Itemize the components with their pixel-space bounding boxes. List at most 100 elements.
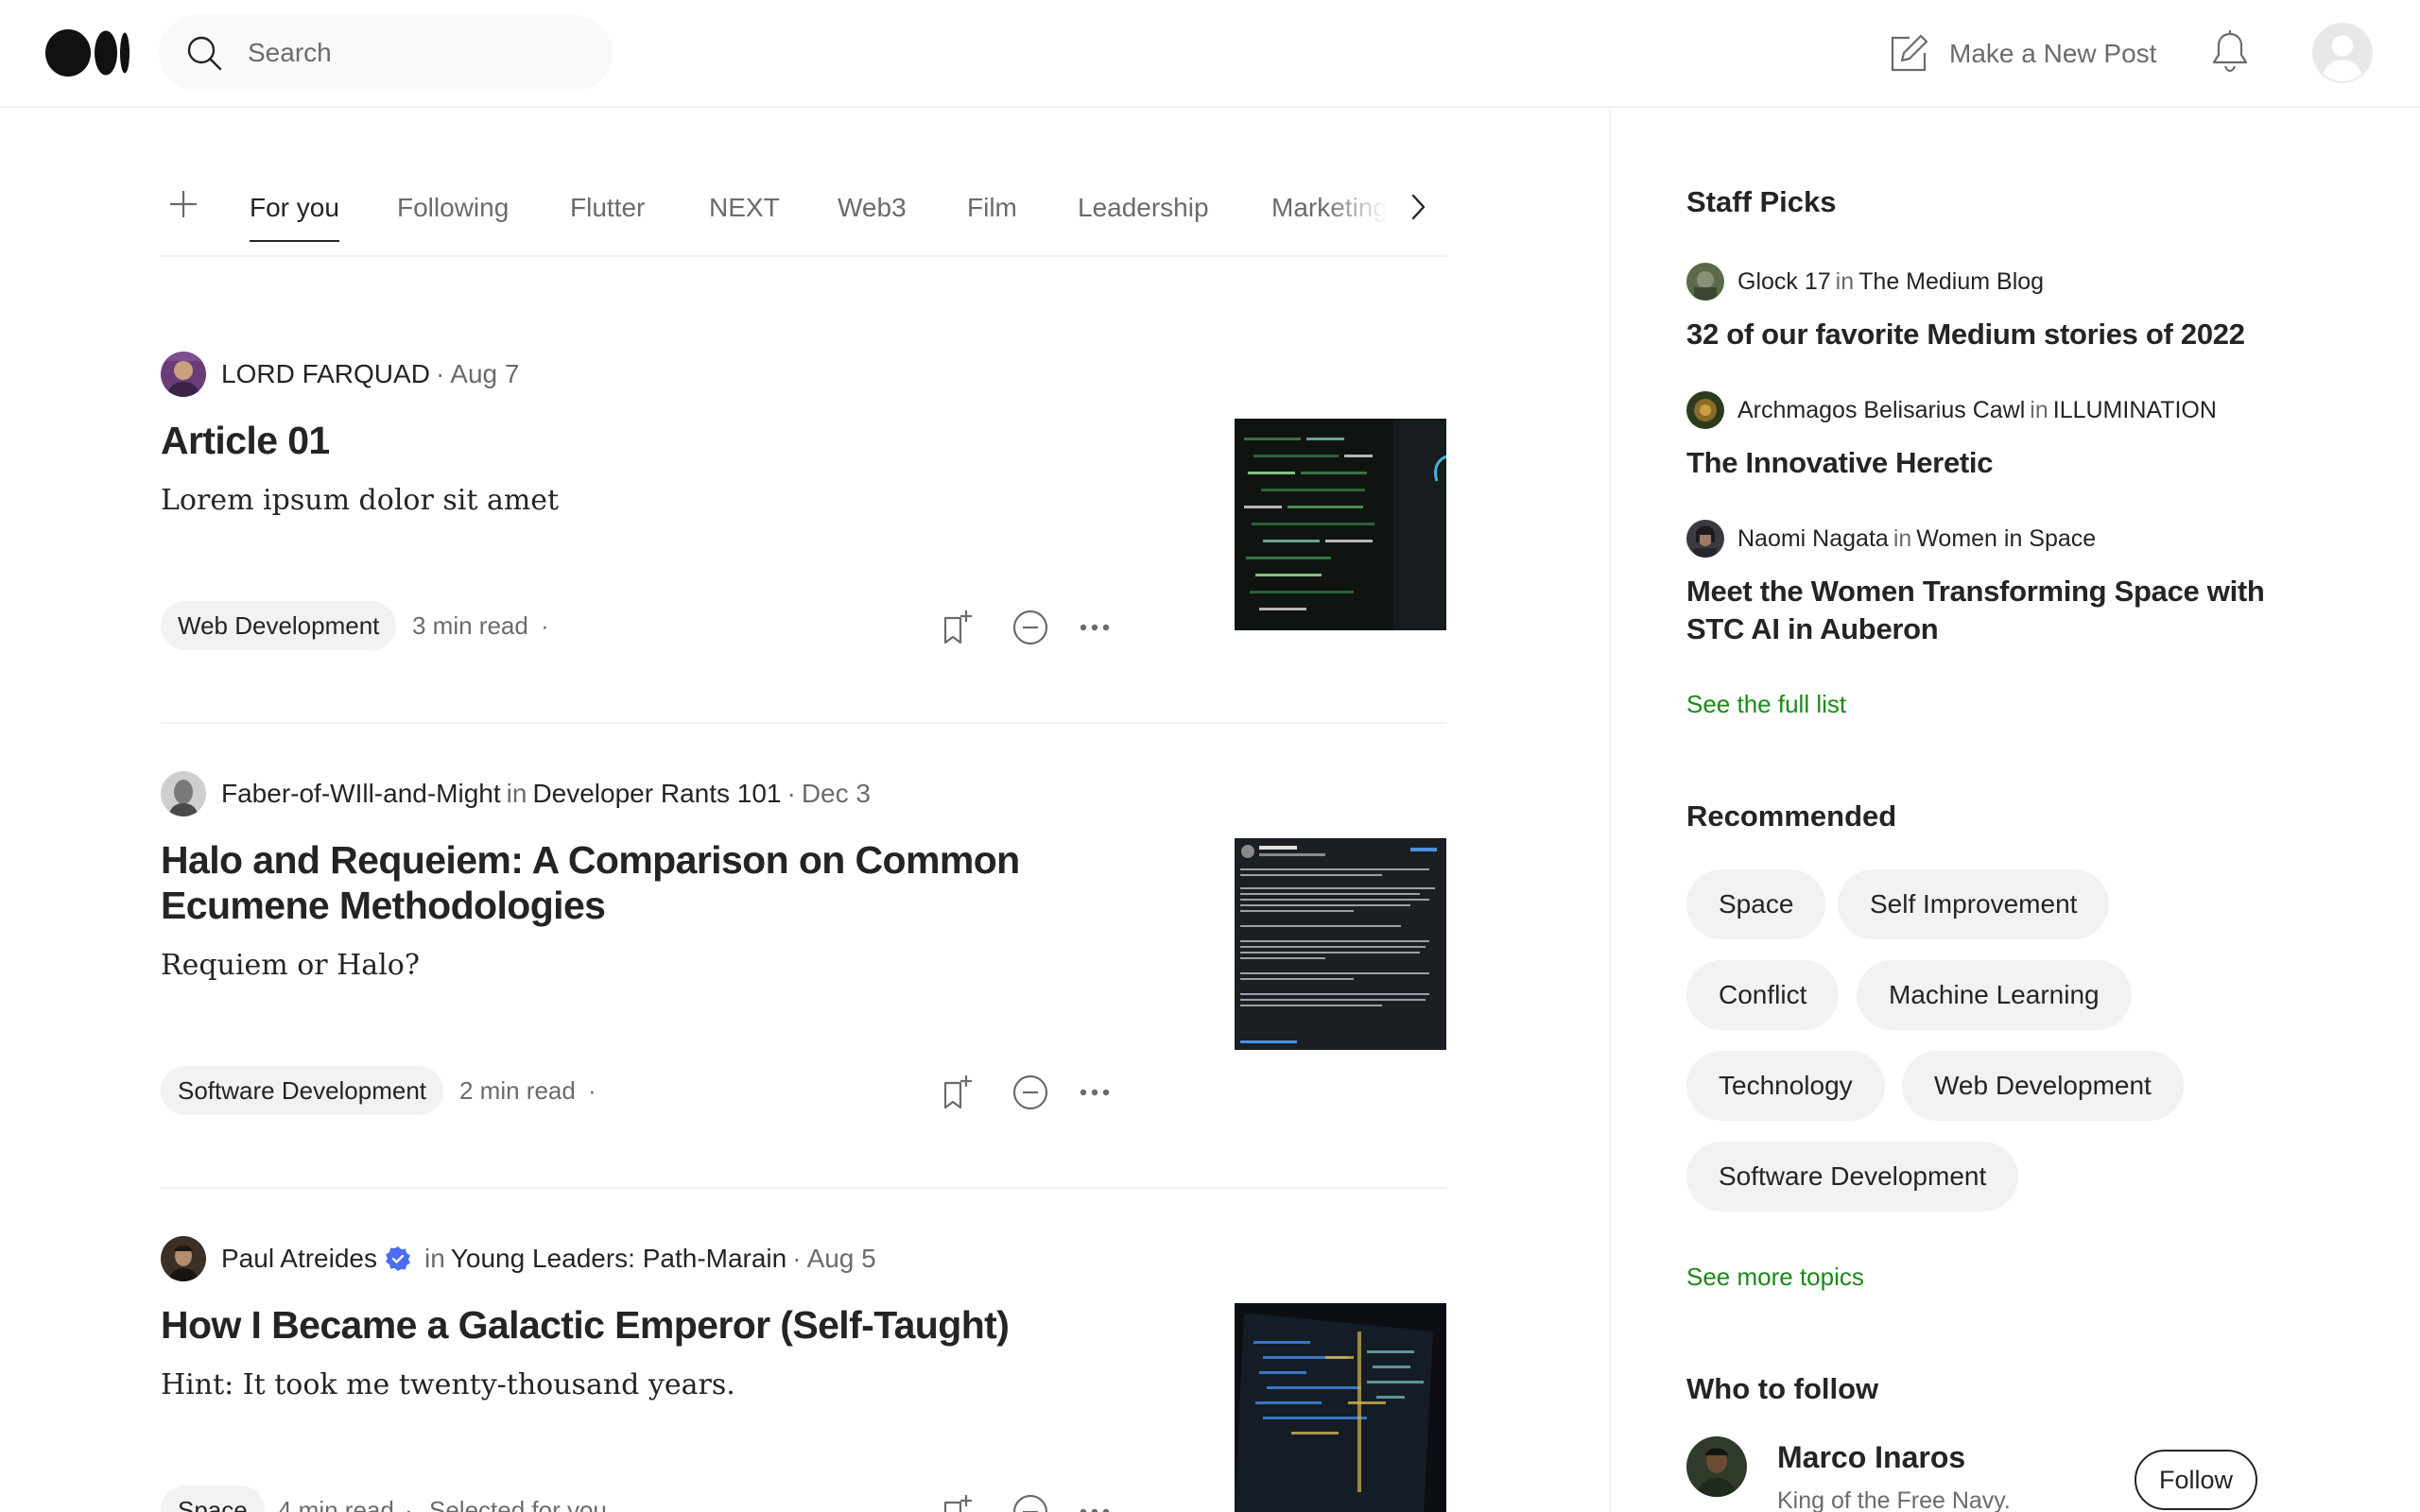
verified-badge-icon (386, 1246, 410, 1271)
publication-name[interactable]: Developer Rants 101 (532, 779, 781, 809)
author-name[interactable]: LORD FARQUAD (221, 359, 430, 389)
selected-for-you-label: Selected for you (429, 1496, 607, 1512)
topic-chip-technology[interactable]: Technology (1686, 1051, 1885, 1121)
topic-pill[interactable]: Software Development (161, 1066, 444, 1115)
follow-button[interactable]: Follow (2135, 1450, 2257, 1510)
user-silhouette-icon (2314, 25, 2371, 81)
article-title[interactable]: How I Became a Galactic Emperor (Self-Ta… (161, 1302, 1106, 1348)
article-meta: LORD FARQUAD · Aug 7 (161, 352, 519, 397)
bookmark-add-icon[interactable] (938, 1074, 976, 1111)
article-thumbnail[interactable] (1235, 419, 1446, 630)
author-avatar[interactable] (1686, 391, 1724, 429)
tab-for-you[interactable]: For you (250, 193, 339, 242)
pick-publication[interactable]: The Medium Blog (1858, 268, 2044, 296)
article-separator (161, 722, 1446, 724)
bookmark-add-icon[interactable] (938, 1493, 976, 1512)
topic-chip-machine-learning[interactable]: Machine Learning (1857, 960, 2132, 1030)
top-navbar: Make a New Post (0, 0, 2420, 108)
bookmark-add-icon[interactable] (938, 609, 976, 646)
meta-separator: · (405, 1496, 413, 1512)
meta-separator: · (588, 1076, 596, 1105)
tab-following[interactable]: Following (397, 193, 509, 223)
see-more-topics-link[interactable]: See more topics (1686, 1263, 1864, 1292)
follow-avatar[interactable] (1686, 1436, 1747, 1497)
author-avatar[interactable] (161, 1236, 206, 1281)
topic-chip-space[interactable]: Space (1686, 869, 1826, 939)
medium-logo[interactable] (45, 28, 130, 77)
in-word: in (506, 779, 527, 808)
make-new-post-button[interactable]: Make a New Post (1887, 28, 2156, 79)
tab-leadership[interactable]: Leadership (1078, 193, 1209, 223)
in-word: in (1835, 267, 1855, 295)
article-footer: Space 4 min read · Selected for you (161, 1486, 1125, 1512)
article-card[interactable]: Paul Atreides in Young Leaders: Path-Mar… (161, 1236, 1446, 1512)
pick-title[interactable]: 32 of our favorite Medium stories of 202… (1686, 316, 2273, 353)
publication-name[interactable]: Young Leaders: Path-Marain (451, 1244, 786, 1274)
pick-author[interactable]: Glock 17 (1737, 268, 1831, 296)
add-topic-icon[interactable] (168, 189, 199, 219)
follow-name[interactable]: Marco Inaros (1777, 1440, 1965, 1475)
pick-author[interactable]: Archmagos Belisarius Cawl (1737, 397, 2025, 424)
pick-publication[interactable]: ILLUMINATION (2053, 397, 2217, 424)
author-name[interactable]: Faber-of-WIll-and-Might (221, 779, 501, 809)
meta-separator: · (541, 611, 549, 640)
in-word: in (2030, 396, 2048, 423)
pick-author[interactable]: Naomi Nagata (1737, 525, 1889, 553)
tab-next[interactable]: NEXT (709, 193, 780, 223)
topic-chip-self-improvement[interactable]: Self Improvement (1838, 869, 2110, 939)
read-time: 3 min read (412, 611, 528, 640)
topic-chip-web-development[interactable]: Web Development (1902, 1051, 2184, 1121)
topic-pill[interactable]: Web Development (161, 601, 397, 650)
article-subtitle[interactable]: Requiem or Halo? (161, 949, 420, 982)
more-options-icon[interactable] (1076, 1493, 1114, 1512)
more-options-icon[interactable] (1076, 1074, 1114, 1111)
article-meta: Faber-of-WIll-and-Might in Developer Ran… (161, 771, 871, 816)
author-avatar[interactable] (161, 771, 206, 816)
more-options-icon[interactable] (1076, 609, 1114, 646)
author-avatar[interactable] (1686, 520, 1724, 558)
article-thumbnail[interactable] (1235, 1303, 1446, 1512)
tab-web3[interactable]: Web3 (838, 193, 907, 223)
article-title[interactable]: Article 01 (161, 418, 1106, 463)
sidebar-divider (1609, 110, 1611, 1512)
recommended-heading: Recommended (1686, 799, 1897, 833)
topic-chip-software-development[interactable]: Software Development (1686, 1142, 2019, 1211)
show-less-icon[interactable] (1011, 609, 1049, 646)
see-full-list-link[interactable]: See the full list (1686, 690, 1846, 719)
read-time: 4 min read (278, 1496, 394, 1512)
topic-tabs: For you Following Flutter NEXT Web3 Film… (161, 178, 1446, 257)
pick-title[interactable]: The Innovative Heretic (1686, 444, 2273, 482)
topic-chip-conflict[interactable]: Conflict (1686, 960, 1840, 1030)
author-avatar[interactable] (1686, 263, 1724, 301)
topic-pill[interactable]: Space (161, 1486, 265, 1512)
pick-meta: Archmagos Belisarius Cawl in ILLUMINATIO… (1686, 391, 2217, 429)
user-avatar[interactable] (2312, 23, 2373, 83)
tab-film[interactable]: Film (967, 193, 1017, 223)
author-name[interactable]: Paul Atreides (221, 1244, 377, 1274)
in-word: in (424, 1244, 445, 1273)
in-word: in (1893, 524, 1912, 552)
tab-flutter[interactable]: Flutter (570, 193, 645, 223)
tab-marketing[interactable]: Marketing (1271, 193, 1388, 223)
show-less-icon[interactable] (1011, 1493, 1049, 1512)
meta-separator: · (435, 359, 445, 388)
chevron-right-icon[interactable] (1403, 189, 1433, 225)
pick-publication[interactable]: Women in Space (1916, 525, 2096, 553)
article-subtitle[interactable]: Hint: It took me twenty-thousand years. (161, 1368, 735, 1401)
search-input[interactable] (248, 28, 588, 77)
author-avatar[interactable] (161, 352, 206, 397)
article-card[interactable]: Faber-of-WIll-and-Might in Developer Ran… (161, 771, 1446, 1149)
show-less-icon[interactable] (1011, 1074, 1049, 1111)
pick-title[interactable]: Meet the Women Transforming Space with S… (1686, 573, 2273, 648)
article-card[interactable]: LORD FARQUAD · Aug 7 Article 01 Lorem ip… (161, 352, 1446, 650)
article-subtitle[interactable]: Lorem ipsum dolor sit amet (161, 484, 559, 517)
article-title[interactable]: Halo and Requeiem: A Comparison on Commo… (161, 837, 1106, 928)
search-box[interactable] (159, 15, 613, 91)
article-meta: Paul Atreides in Young Leaders: Path-Mar… (161, 1236, 876, 1281)
meta-separator: · (786, 779, 796, 808)
article-date: Aug 7 (450, 359, 520, 388)
edit-icon (1891, 34, 1928, 72)
article-thumbnail[interactable] (1235, 838, 1446, 1050)
bell-icon[interactable] (2208, 28, 2252, 76)
article-separator (161, 1187, 1446, 1189)
